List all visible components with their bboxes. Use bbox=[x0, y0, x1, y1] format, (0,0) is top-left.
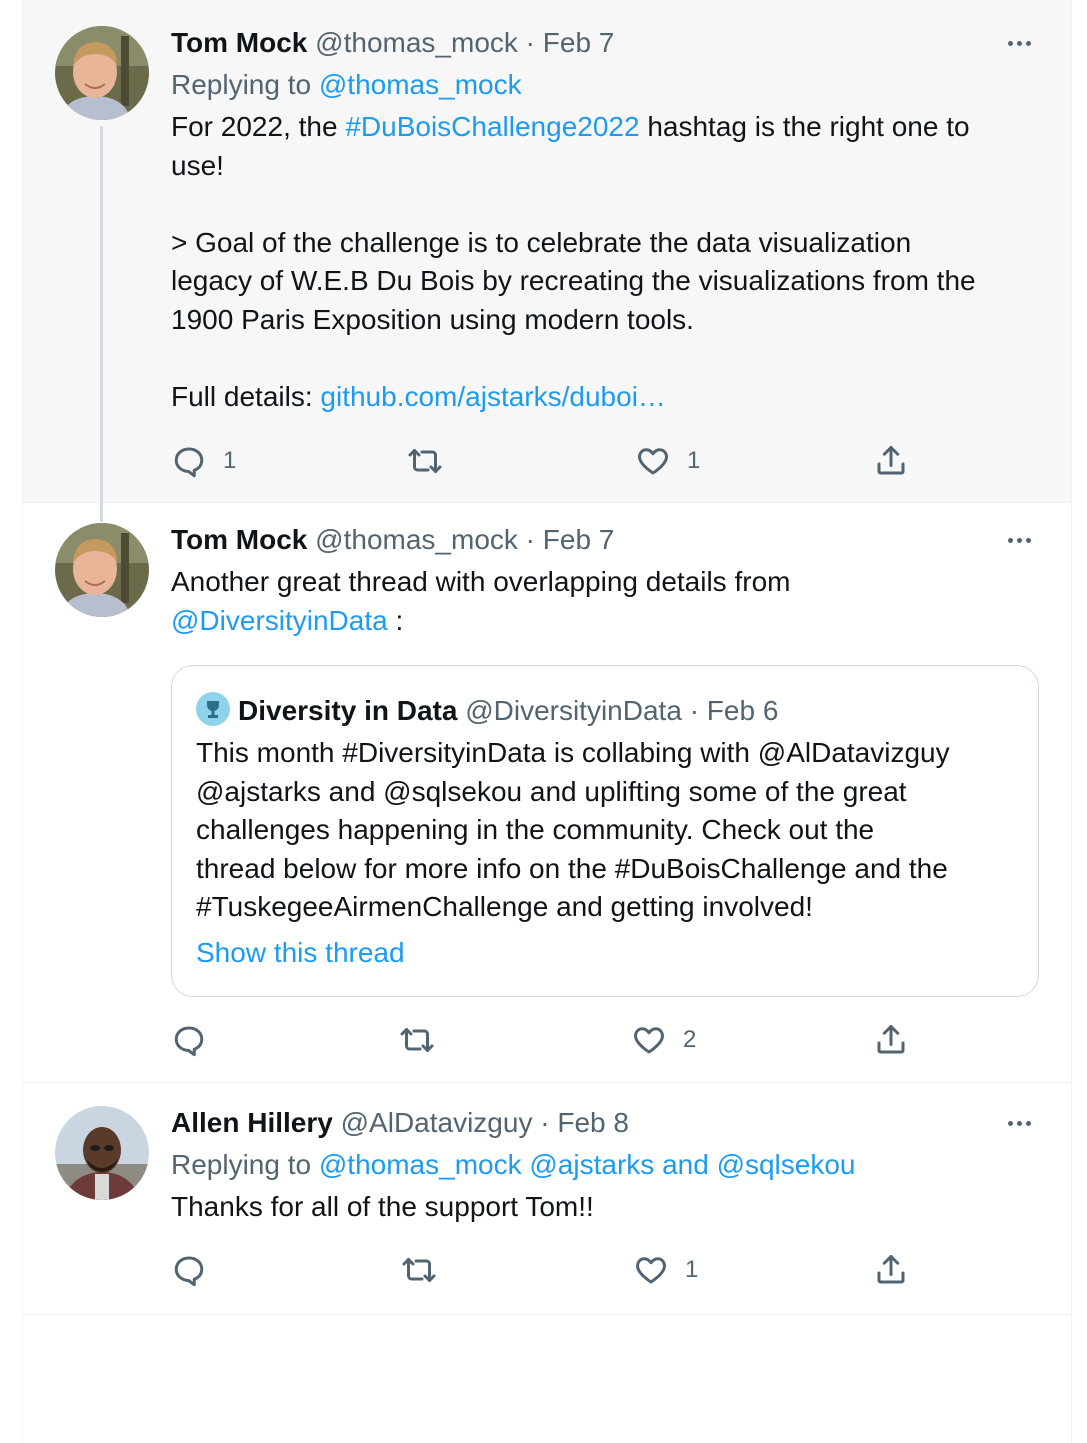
retweet-icon bbox=[408, 449, 442, 473]
reply-button[interactable] bbox=[171, 1020, 223, 1060]
like-icon bbox=[634, 1027, 664, 1054]
replying-to: Replying to @thomas_mock bbox=[171, 68, 1039, 102]
mention-link[interactable]: @sqlsekou bbox=[717, 1149, 856, 1180]
share-icon bbox=[877, 1255, 905, 1284]
like-count: 2 bbox=[683, 1026, 697, 1053]
author-name[interactable]: Tom Mock bbox=[171, 27, 307, 58]
like-icon bbox=[636, 1257, 666, 1284]
reply-button[interactable]: 1 bbox=[171, 441, 236, 481]
quoted-tweet-date: Feb 6 bbox=[706, 695, 779, 726]
author-name[interactable]: Allen Hillery bbox=[171, 1107, 333, 1138]
more-icon[interactable] bbox=[999, 1106, 1039, 1140]
reply-icon bbox=[174, 1026, 204, 1057]
quoted-author-handle: @DiversityinData bbox=[465, 695, 682, 726]
like-button[interactable]: 2 bbox=[631, 1020, 696, 1060]
tweet-item[interactable]: Allen Hillery @AlDatavizguy · Feb 8 Repl… bbox=[23, 1082, 1071, 1315]
action-bar: 2 bbox=[171, 1020, 1039, 1060]
author-handle[interactable]: @thomas_mock bbox=[315, 27, 518, 58]
share-button[interactable] bbox=[873, 1250, 909, 1290]
tweet-item[interactable]: Tom Mock @thomas_mock · Feb 7 Another gr… bbox=[23, 502, 1071, 1083]
quoted-avatar bbox=[196, 692, 230, 726]
text-segment: For 2022, the bbox=[171, 111, 346, 142]
retweet-button[interactable] bbox=[399, 1020, 451, 1060]
action-bar: 1 1 bbox=[171, 441, 1039, 481]
more-icon[interactable] bbox=[999, 26, 1039, 60]
quoted-tweet-text: This month #DiversityinData is collabing… bbox=[196, 737, 950, 923]
action-bar: 1 bbox=[171, 1250, 1039, 1290]
tweet-date[interactable]: Feb 8 bbox=[557, 1107, 629, 1138]
show-thread-link[interactable]: Show this thread bbox=[196, 936, 405, 970]
text-segment: hashtag is the right one to use! > Goal … bbox=[171, 111, 976, 413]
reply-icon bbox=[174, 447, 204, 478]
text-segment: Another great thread with overlapping de… bbox=[171, 566, 791, 597]
tweet-text: Thanks for all of the support Tom!! bbox=[171, 1191, 594, 1222]
mention-link[interactable]: @DiversityinData bbox=[171, 605, 388, 636]
quoted-author-name: Diversity in Data bbox=[238, 695, 458, 726]
tweet-date[interactable]: Feb 7 bbox=[543, 27, 615, 58]
mention-link[interactable]: @thomas_mock bbox=[319, 1149, 522, 1180]
avatar[interactable] bbox=[55, 1106, 149, 1200]
tweet-text: For 2022, the #DuBoisChallenge2022 hasht… bbox=[171, 108, 1039, 417]
replying-to-label: Replying to bbox=[171, 1149, 312, 1180]
timeline: Tom Mock @thomas_mock · Feb 7 Replying t… bbox=[22, 0, 1072, 1443]
author-handle[interactable]: @AlDatavizguy bbox=[341, 1107, 533, 1138]
separator: · bbox=[540, 1107, 550, 1138]
share-button[interactable] bbox=[873, 1020, 909, 1060]
mention-link[interactable]: @thomas_mock bbox=[319, 69, 522, 100]
share-icon bbox=[877, 1025, 905, 1054]
tweet-header: Allen Hillery @AlDatavizguy · Feb 8 bbox=[171, 1106, 1039, 1140]
replying-to-label: Replying to bbox=[171, 69, 312, 100]
like-icon bbox=[638, 448, 668, 475]
quoted-tweet-header: Diversity in Data @DiversityinData · Feb… bbox=[196, 692, 778, 728]
retweet-icon bbox=[400, 1028, 434, 1052]
mention-link[interactable]: @ajstarks bbox=[529, 1149, 654, 1180]
more-icon[interactable] bbox=[999, 523, 1039, 557]
like-count: 1 bbox=[687, 447, 701, 474]
avatar[interactable] bbox=[55, 523, 149, 617]
url-link[interactable]: github.com/ajstarks/duboi… bbox=[320, 381, 666, 412]
share-icon bbox=[877, 446, 905, 475]
author-name[interactable]: Tom Mock bbox=[171, 524, 307, 555]
replying-to: Replying to @thomas_mock @ajstarks and @… bbox=[171, 1148, 1039, 1182]
reply-button[interactable] bbox=[171, 1250, 223, 1290]
retweet-button[interactable] bbox=[407, 441, 459, 481]
separator: · bbox=[689, 695, 700, 726]
reply-count: 1 bbox=[223, 447, 237, 474]
tweet-header: Tom Mock @thomas_mock · Feb 7 bbox=[171, 523, 1039, 557]
reply-icon bbox=[174, 1256, 204, 1287]
tweet-item[interactable]: Tom Mock @thomas_mock · Feb 7 Replying t… bbox=[23, 0, 1071, 503]
retweet-button[interactable] bbox=[401, 1250, 453, 1290]
quoted-tweet[interactable]: Diversity in Data @DiversityinData · Feb… bbox=[171, 665, 1039, 997]
hashtag-link[interactable]: #DuBoisChallenge2022 bbox=[345, 111, 639, 142]
tweet-date[interactable]: Feb 7 bbox=[543, 524, 615, 555]
avatar[interactable] bbox=[55, 26, 149, 120]
like-button[interactable]: 1 bbox=[633, 1250, 698, 1290]
separator: · bbox=[525, 524, 535, 555]
retweet-icon bbox=[402, 1258, 436, 1282]
tweet-header: Tom Mock @thomas_mock · Feb 7 bbox=[171, 26, 1039, 60]
replying-and: and bbox=[662, 1149, 709, 1180]
like-button[interactable]: 1 bbox=[635, 441, 700, 481]
separator: · bbox=[525, 27, 535, 58]
like-count: 1 bbox=[685, 1256, 699, 1283]
thread-line bbox=[100, 502, 103, 522]
share-button[interactable] bbox=[873, 441, 909, 481]
text-segment: : bbox=[387, 604, 404, 636]
author-handle[interactable]: @thomas_mock bbox=[315, 524, 518, 555]
thread-line bbox=[100, 126, 103, 502]
tweet-text: Another great thread with overlapping de… bbox=[171, 563, 1039, 640]
